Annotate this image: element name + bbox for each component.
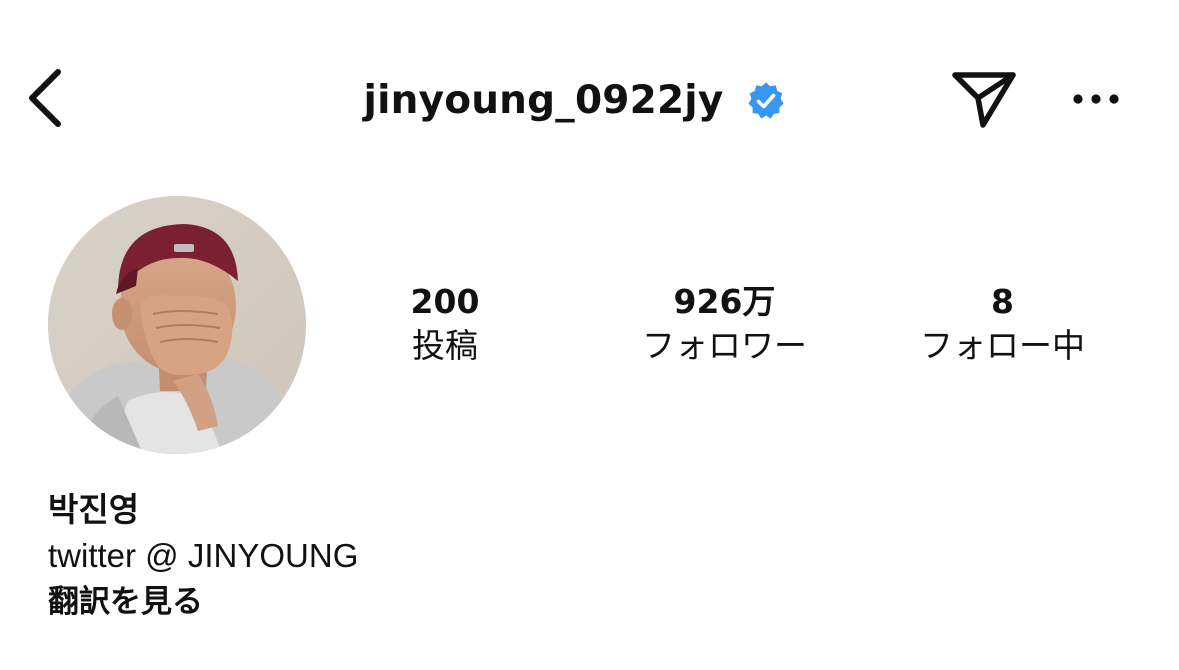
see-translation-link[interactable]: 翻訳を見る <box>48 580 358 624</box>
posts-count[interactable]: 200 投稿 <box>380 280 510 368</box>
following-count[interactable]: 8 フォロー中 <box>900 280 1105 368</box>
posts-count-value: 200 <box>410 282 480 321</box>
bio-text: twitter @ JINYOUNG <box>48 537 359 574</box>
followers-count[interactable]: 926万 フォロワー <box>622 280 827 368</box>
top-navigation-bar: jinyoung_0922jy <box>0 0 1179 196</box>
profile-avatar[interactable] <box>48 196 306 454</box>
username-title: jinyoung_0922jy <box>363 77 724 123</box>
more-horizontal-icon <box>1073 94 1119 104</box>
profile-photo <box>48 196 306 454</box>
posts-count-label: 投稿 <box>412 326 478 365</box>
followers-count-label: フォロワー <box>642 326 807 365</box>
display-name: 박진영 <box>48 490 140 529</box>
following-count-label: フォロー中 <box>920 326 1085 365</box>
more-options-button[interactable] <box>1064 74 1128 124</box>
share-profile-button[interactable] <box>946 64 1022 134</box>
profile-bio: 박진영 twitter @ JINYOUNG 翻訳を見る <box>48 488 358 624</box>
verified-badge-icon <box>746 81 786 121</box>
paper-plane-icon <box>952 72 1016 128</box>
following-count-value: 8 <box>991 282 1014 321</box>
followers-count-value: 926万 <box>673 282 776 321</box>
